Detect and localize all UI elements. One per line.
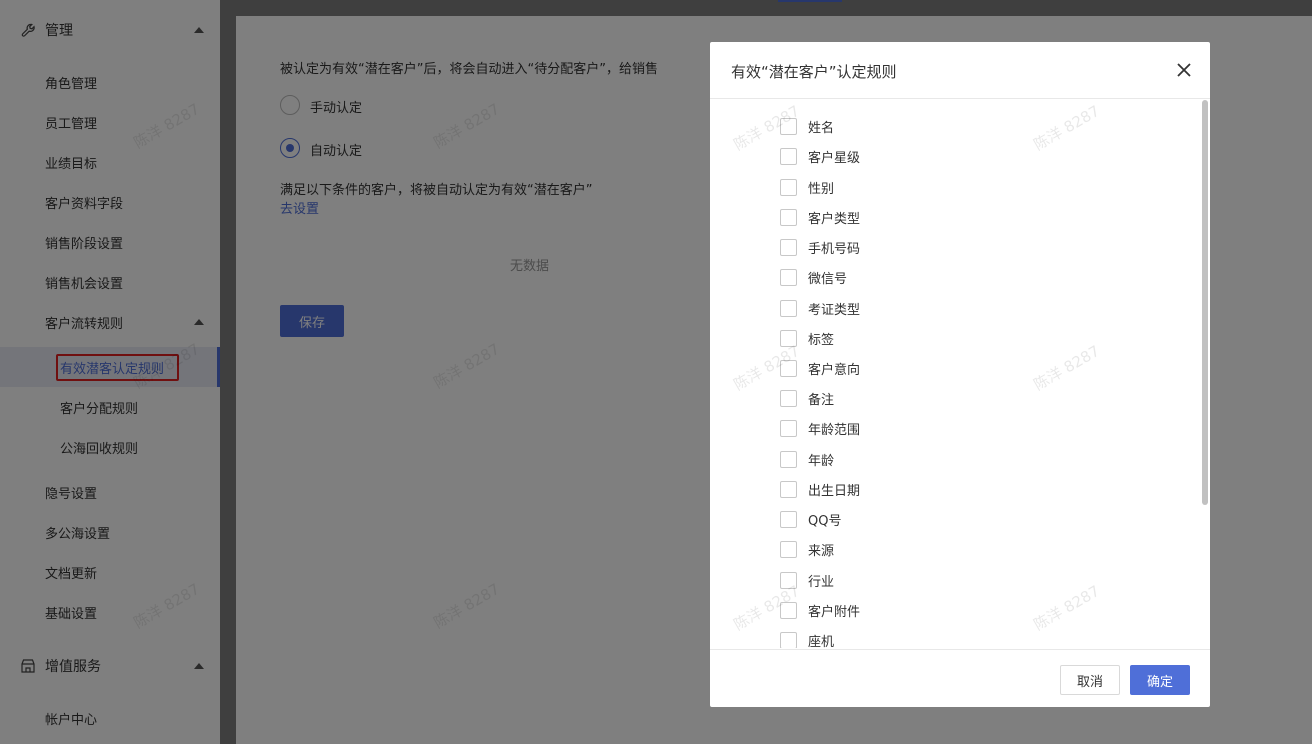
- field-checkbox-list: 姓名 客户星级 性别 客户类型 手机号码 微信号 考证类型 标签 客户意向 备注…: [710, 100, 1210, 648]
- checkbox-label: 客户附件: [808, 604, 861, 620]
- modal-footer: 取消 确定: [710, 649, 1210, 707]
- checkbox[interactable]: [780, 208, 797, 226]
- checkbox-label: 微信号: [808, 271, 848, 287]
- checkbox[interactable]: [780, 178, 797, 196]
- checkbox-label: 年龄: [808, 453, 835, 469]
- checkbox-label: QQ号: [808, 513, 842, 529]
- checkbox[interactable]: [780, 450, 797, 468]
- checkbox-label: 备注: [808, 392, 835, 408]
- field-checkbox[interactable]: 来源: [780, 539, 834, 559]
- checkbox-label: 性别: [808, 181, 835, 197]
- checkbox-label: 手机号码: [808, 241, 861, 257]
- field-checkbox[interactable]: 行业: [780, 570, 834, 590]
- cancel-button[interactable]: 取消: [1060, 665, 1120, 695]
- checkbox[interactable]: [780, 571, 797, 589]
- checkbox-label: 客户意向: [808, 362, 861, 378]
- field-checkbox[interactable]: 考证类型: [780, 298, 860, 318]
- field-checkbox[interactable]: 备注: [780, 388, 834, 408]
- checkbox-label: 来源: [808, 543, 835, 559]
- checkbox-label: 座机: [808, 634, 835, 649]
- field-checkbox[interactable]: 客户附件: [780, 600, 860, 620]
- field-checkbox[interactable]: 座机: [780, 630, 834, 648]
- field-checkbox[interactable]: QQ号: [780, 509, 841, 529]
- checkbox-label: 考证类型: [808, 302, 861, 318]
- checkbox-label: 客户类型: [808, 211, 861, 227]
- checkbox[interactable]: [780, 359, 797, 377]
- checkbox[interactable]: [780, 238, 797, 256]
- checkbox[interactable]: [780, 268, 797, 286]
- checkbox[interactable]: [780, 631, 797, 648]
- close-icon: [1177, 63, 1191, 77]
- field-checkbox[interactable]: 微信号: [780, 267, 847, 287]
- field-checkbox[interactable]: 姓名: [780, 116, 834, 136]
- field-checkbox[interactable]: 客户意向: [780, 358, 860, 378]
- field-checkbox[interactable]: 客户星级: [780, 146, 860, 166]
- checkbox[interactable]: [780, 147, 797, 165]
- checkbox[interactable]: [780, 480, 797, 498]
- checkbox[interactable]: [780, 419, 797, 437]
- field-checkbox[interactable]: 出生日期: [780, 479, 860, 499]
- checkbox[interactable]: [780, 510, 797, 528]
- checkbox-label: 出生日期: [808, 483, 861, 499]
- checkbox-label: 标签: [808, 332, 835, 348]
- checkbox-label: 姓名: [808, 120, 835, 136]
- field-checkbox[interactable]: 性别: [780, 177, 834, 197]
- checkbox[interactable]: [780, 117, 797, 135]
- checkbox[interactable]: [780, 540, 797, 558]
- checkbox-label: 行业: [808, 574, 835, 590]
- modal-header: 有效“潜在客户”认定规则: [710, 42, 1210, 99]
- checkbox[interactable]: [780, 299, 797, 317]
- checkbox[interactable]: [780, 329, 797, 347]
- field-checkbox[interactable]: 客户类型: [780, 207, 860, 227]
- field-checkbox[interactable]: 标签: [780, 328, 834, 348]
- lead-rule-modal: 有效“潜在客户”认定规则 姓名 客户星级 性别 客户类型 手机号码 微信号 考证…: [710, 42, 1210, 707]
- checkbox-label: 年龄范围: [808, 422, 861, 438]
- field-checkbox[interactable]: 年龄: [780, 449, 834, 469]
- close-button[interactable]: [1172, 58, 1196, 82]
- field-checkbox[interactable]: 手机号码: [780, 237, 860, 257]
- modal-title: 有效“潜在客户”认定规则: [731, 63, 897, 81]
- field-checkbox[interactable]: 年龄范围: [780, 418, 860, 438]
- checkbox-label: 客户星级: [808, 150, 861, 166]
- checkbox[interactable]: [780, 389, 797, 407]
- modal-scrollbar[interactable]: [1202, 100, 1208, 505]
- confirm-button[interactable]: 确定: [1130, 665, 1190, 695]
- checkbox[interactable]: [780, 601, 797, 619]
